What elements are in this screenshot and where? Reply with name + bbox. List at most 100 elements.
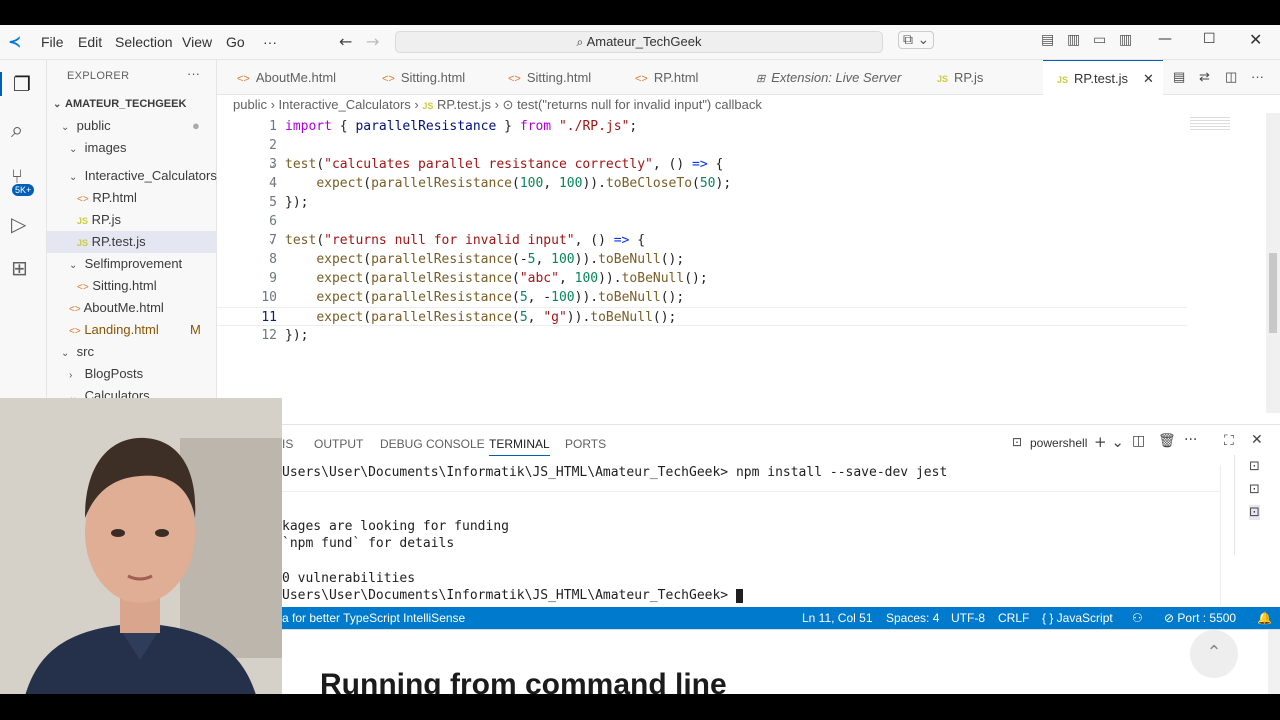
code-text: import { parallelResistance } from "./RP… xyxy=(285,119,638,134)
tree-file-rp-html[interactable]: <> RP.html xyxy=(47,187,217,209)
encoding[interactable]: UTF-8 xyxy=(951,607,985,629)
tree-label: Sitting.html xyxy=(92,278,157,293)
tab-rp-html[interactable]: <> RP.html xyxy=(635,60,698,95)
new-terminal-icon[interactable]: + ⌄ xyxy=(1094,433,1124,451)
tree-folder-blogposts[interactable]: › BlogPosts xyxy=(47,363,217,385)
code-editor[interactable]: 1 import { parallelResistance } from "./R… xyxy=(217,113,1280,423)
search-icon[interactable]: ⌕ xyxy=(11,118,35,143)
more-actions-icon[interactable]: ··· xyxy=(1251,69,1264,84)
maximize-panel-icon[interactable]: ⛶ xyxy=(1224,433,1234,449)
tab-live-server-extension[interactable]: ⊞ Extension: Live Server xyxy=(756,60,901,95)
indentation[interactable]: Spaces: 4 xyxy=(886,607,939,629)
tab-rp-js[interactable]: JS RP.js xyxy=(937,60,983,95)
tree-label: BlogPosts xyxy=(84,366,144,381)
code-line: 4 expect(parallelResistance(100, 100)).t… xyxy=(217,174,1217,193)
browser-scrollbar[interactable] xyxy=(1268,630,1280,694)
terminal-line: Users\User\Documents\Informatik\JS_HTML\… xyxy=(282,465,948,480)
menu-more[interactable]: ··· xyxy=(263,34,277,50)
terminal-instance-icon[interactable]: ⊡ xyxy=(1249,482,1260,497)
compare-icon[interactable]: ⇄ xyxy=(1199,69,1210,85)
tree-folder-src[interactable]: ⌄ src xyxy=(47,341,217,363)
layout-customize-icon[interactable]: ▤ xyxy=(1041,32,1054,48)
menu-edit[interactable]: Edit xyxy=(78,34,102,50)
back-arrow-icon[interactable]: ← xyxy=(339,32,352,51)
breadcrumb-item[interactable]: test("returns null for invalid input") c… xyxy=(517,97,762,112)
tree-folder-images[interactable]: ⌄ images xyxy=(47,137,217,159)
tree-file-rp-js[interactable]: JS RP.js xyxy=(47,209,217,231)
language-mode[interactable]: { } JavaScript xyxy=(1042,607,1113,629)
tree-label: images xyxy=(84,140,127,155)
html-file-icon: <> xyxy=(77,282,89,293)
copilot-icon[interactable]: ⚇ xyxy=(1132,607,1143,629)
trash-icon[interactable]: 🗑 xyxy=(1158,433,1176,449)
breadcrumb-item[interactable]: public xyxy=(233,97,267,112)
tree-file-landing-html[interactable]: <> Landing.html M xyxy=(47,319,217,341)
open-preview-icon[interactable]: ▤ xyxy=(1173,69,1185,85)
split-terminal-icon[interactable]: ◫ xyxy=(1132,433,1145,449)
split-editor-icon[interactable]: ◫ xyxy=(1225,69,1237,85)
tab-output[interactable]: OUTPUT xyxy=(314,437,363,451)
close-tab-icon[interactable]: ✕ xyxy=(1143,61,1154,96)
command-center-search[interactable]: ⌕ Amateur_TechGeek xyxy=(395,31,883,53)
editor-scrollbar[interactable] xyxy=(1266,113,1280,413)
tree-folder-calculators[interactable]: ⌄ Calculators xyxy=(47,385,217,398)
menu-go[interactable]: Go xyxy=(226,34,245,50)
tab-label: AboutMe.html xyxy=(255,70,337,85)
minimize-icon[interactable]: — xyxy=(1158,31,1172,47)
tree-file-aboutme-html[interactable]: <> AboutMe.html xyxy=(47,297,217,319)
tab-aboutme-html[interactable]: <> AboutMe.html xyxy=(237,60,336,95)
shell-name[interactable]: powershell xyxy=(1030,436,1087,450)
explorer-icon[interactable]: ❐ xyxy=(0,72,47,96)
forward-arrow-icon[interactable]: → xyxy=(366,32,379,51)
tab-terminal[interactable]: TERMINAL xyxy=(489,437,550,456)
minimap[interactable] xyxy=(1190,117,1230,131)
fold-chevron-icon[interactable]: ⌄ xyxy=(269,231,275,250)
end-of-line[interactable]: CRLF xyxy=(998,607,1029,629)
extensions-icon[interactable]: ⊞ xyxy=(11,256,35,280)
tree-file-rp-test-js[interactable]: JS RP.test.js xyxy=(47,231,217,253)
tab-debug-console[interactable]: DEBUG CONSOLE xyxy=(380,437,485,451)
menu-file[interactable]: File xyxy=(41,34,64,50)
breadcrumb-item[interactable]: RP.test.js xyxy=(437,97,491,112)
terminal-instance-icon[interactable]: ⊡ xyxy=(1249,459,1260,474)
tree-folder-selfimprovement[interactable]: ⌄ Selfimprovement xyxy=(47,253,217,275)
menu-selection[interactable]: Selection xyxy=(115,34,173,50)
tab-problems[interactable]: IS xyxy=(282,437,293,451)
toggle-sidebar-icon[interactable]: ▥ xyxy=(1067,32,1080,48)
toggle-panel-icon[interactable]: ▭ xyxy=(1093,32,1106,48)
toggle-secondary-sidebar-icon[interactable]: ▥ xyxy=(1119,32,1132,48)
tab-label: Sitting.html xyxy=(526,70,592,85)
fold-chevron-icon[interactable]: ⌄ xyxy=(269,155,275,174)
close-window-icon[interactable]: ✕ xyxy=(1249,30,1262,49)
breadcrumb-item[interactable]: Interactive_Calculators xyxy=(279,97,411,112)
maximize-icon[interactable]: ☐ xyxy=(1203,31,1216,47)
terminal-instance-icon[interactable]: ⊡ xyxy=(1249,505,1260,520)
cursor-position[interactable]: Ln 11, Col 51 xyxy=(802,607,873,629)
breadcrumb: public › Interactive_Calculators › JS RP… xyxy=(233,97,762,113)
notifications-icon[interactable]: 🔔 xyxy=(1257,607,1272,629)
menu-view[interactable]: View xyxy=(182,34,212,50)
tree-file-sitting-html[interactable]: <> Sitting.html xyxy=(47,275,217,297)
tab-ports[interactable]: PORTS xyxy=(565,437,606,451)
code-text: expect(parallelResistance(-5, 100)).toBe… xyxy=(316,252,685,267)
close-panel-icon[interactable]: ✕ xyxy=(1251,432,1263,448)
tree-folder-interactive-calculators[interactable]: ⌄ Interactive_Calculators xyxy=(47,165,217,187)
more-actions-icon[interactable]: ··· xyxy=(187,66,200,81)
tab-sitting-html-2[interactable]: <> Sitting.html xyxy=(508,60,591,95)
run-debug-icon[interactable]: ▷ xyxy=(11,212,35,236)
tree-root[interactable]: ⌄ AMATEUR_TECHGEEK xyxy=(47,93,217,115)
terminal-line: `npm fund` for details xyxy=(282,536,455,551)
tab-sitting-html-1[interactable]: <> Sitting.html xyxy=(382,60,465,95)
live-server-port[interactable]: ⊘ Port : 5500 xyxy=(1164,607,1236,629)
tree-folder-public[interactable]: ⌄ public ● xyxy=(47,115,217,137)
tab-rp-test-js[interactable]: JS RP.test.js ✕ xyxy=(1043,60,1163,95)
status-message[interactable]: a for better TypeScript IntelliSense xyxy=(282,607,465,629)
scroll-to-top-button[interactable]: ⌃ xyxy=(1190,630,1238,678)
more-actions-icon[interactable]: ··· xyxy=(1184,432,1197,448)
terminal-prompt[interactable]: Users\User\Documents\Informatik\JS_HTML\… xyxy=(282,588,743,603)
copilot-icon[interactable]: ⧉ ⌄ xyxy=(898,31,935,49)
tab-label: RP.test.js xyxy=(1074,71,1128,86)
tab-label: Sitting.html xyxy=(400,70,466,85)
chevron-down-icon: ⌄ xyxy=(69,144,78,155)
terminal-scrollbar[interactable] xyxy=(1220,465,1234,605)
